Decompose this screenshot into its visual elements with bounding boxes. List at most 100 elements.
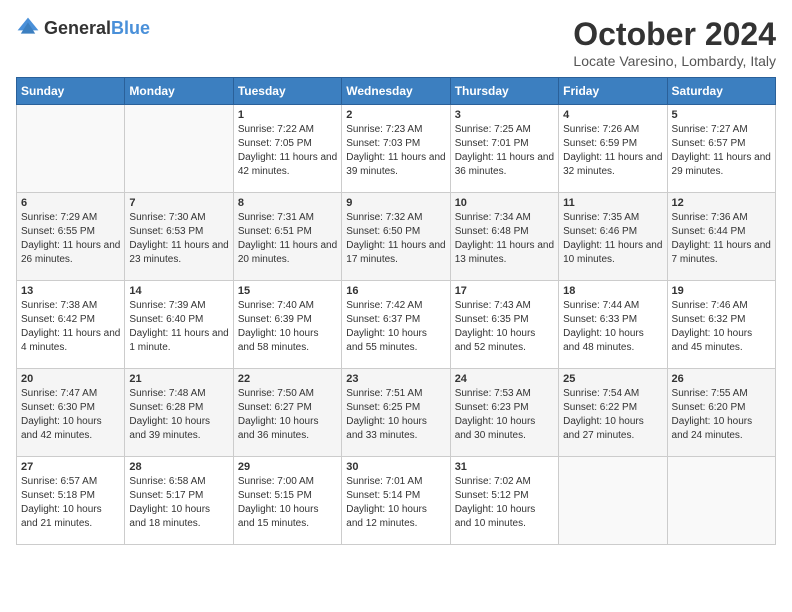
daylight-text: Daylight: 11 hours and 20 minutes. [238, 239, 337, 267]
day-number: 17 [455, 285, 554, 297]
day-info: Sunrise: 7:43 AMSunset: 6:35 PMDaylight:… [455, 299, 554, 355]
title-block: October 2024 Locate Varesino, Lombardy, … [573, 16, 776, 69]
sunrise-text: Sunrise: 6:57 AM [21, 475, 120, 489]
day-number: 1 [238, 109, 337, 121]
day-number: 5 [672, 109, 771, 121]
sunrise-text: Sunrise: 7:48 AM [129, 387, 228, 401]
day-info: Sunrise: 7:01 AMSunset: 5:14 PMDaylight:… [346, 475, 445, 531]
sunrise-text: Sunrise: 7:22 AM [238, 123, 337, 137]
sunrise-text: Sunrise: 7:26 AM [563, 123, 662, 137]
sunrise-text: Sunrise: 7:01 AM [346, 475, 445, 489]
day-info: Sunrise: 7:48 AMSunset: 6:28 PMDaylight:… [129, 387, 228, 443]
calendar-cell: 29Sunrise: 7:00 AMSunset: 5:15 PMDayligh… [233, 457, 341, 545]
calendar-week-5: 27Sunrise: 6:57 AMSunset: 5:18 PMDayligh… [17, 457, 776, 545]
day-info: Sunrise: 7:38 AMSunset: 6:42 PMDaylight:… [21, 299, 120, 355]
sunset-text: Sunset: 6:30 PM [21, 401, 120, 415]
calendar-week-4: 20 Sunrise: 7:47 AMSunset: 6:30 PM Dayligh… [17, 369, 776, 457]
daylight-text: Daylight: 11 hours and 29 minutes. [672, 151, 771, 179]
weekday-header-monday: Monday [125, 78, 233, 105]
daylight-text: Daylight: 10 hours and 10 minutes. [455, 503, 554, 531]
day-number: 20 [21, 373, 120, 385]
sunrise-text: Sunrise: 7:00 AM [238, 475, 337, 489]
day-info: Sunrise: 7:55 AMSunset: 6:20 PMDaylight:… [672, 387, 771, 443]
page-header: GeneralBlue October 2024 Locate Varesino… [16, 16, 776, 69]
sunset-text: Sunset: 6:42 PM [21, 313, 120, 327]
calendar-cell: 10Sunrise: 7:34 AMSunset: 6:48 PMDayligh… [450, 193, 558, 281]
daylight-text: Daylight: 10 hours and 30 minutes. [455, 415, 554, 443]
logo: GeneralBlue [16, 16, 150, 40]
calendar-cell: 3Sunrise: 7:25 AMSunset: 7:01 PMDaylight… [450, 105, 558, 193]
daylight-text: Daylight: 10 hours and 52 minutes. [455, 327, 554, 355]
daylight-text: Daylight: 11 hours and 4 minutes. [21, 327, 120, 355]
day-number: 30 [346, 461, 445, 473]
sunrise-text: Sunrise: 7:51 AM [346, 387, 445, 401]
day-number: 6 [21, 197, 120, 209]
calendar-cell: 4Sunrise: 7:26 AMSunset: 6:59 PMDaylight… [559, 105, 667, 193]
day-info: Sunrise: 7:46 AMSunset: 6:32 PMDaylight:… [672, 299, 771, 355]
day-number: 8 [238, 197, 337, 209]
sunset-text: Sunset: 6:46 PM [563, 225, 662, 239]
calendar-cell: 7Sunrise: 7:30 AMSunset: 6:53 PMDaylight… [125, 193, 233, 281]
sunset-text: Sunset: 6:32 PM [672, 313, 771, 327]
logo-general: General [44, 18, 111, 38]
calendar-cell: 25Sunrise: 7:54 AMSunset: 6:22 PMDayligh… [559, 369, 667, 457]
daylight-text: Daylight: 11 hours and 7 minutes. [672, 239, 771, 267]
sunset-text: Sunset: 5:17 PM [129, 489, 228, 503]
daylight-text: Daylight: 11 hours and 36 minutes. [455, 151, 554, 179]
sunrise-text: Sunrise: 7:46 AM [672, 299, 771, 313]
calendar-cell: 23Sunrise: 7:51 AMSunset: 6:25 PMDayligh… [342, 369, 450, 457]
sunset-text: Sunset: 5:18 PM [21, 489, 120, 503]
day-number: 26 [672, 373, 771, 385]
sunrise-text: Sunrise: 7:30 AM [129, 211, 228, 225]
day-info: Sunrise: 7:53 AMSunset: 6:23 PMDaylight:… [455, 387, 554, 443]
calendar-cell: 13 Sunrise: 7:38 AMSunset: 6:42 PMDayligh… [17, 281, 125, 369]
daylight-text: Daylight: 11 hours and 26 minutes. [21, 239, 120, 267]
calendar-cell: 8 Sunrise: 7:31 AMSunset: 6:51 PMDaylight… [233, 193, 341, 281]
sunset-text: Sunset: 6:20 PM [672, 401, 771, 415]
daylight-text: Daylight: 11 hours and 39 minutes. [346, 151, 445, 179]
daylight-text: Daylight: 10 hours and 15 minutes. [238, 503, 337, 531]
sunrise-text: Sunrise: 7:25 AM [455, 123, 554, 137]
daylight-text: Daylight: 10 hours and 33 minutes. [346, 415, 445, 443]
day-number: 9 [346, 197, 445, 209]
daylight-text: Daylight: 10 hours and 58 minutes. [238, 327, 337, 355]
day-number: 12 [672, 197, 771, 209]
sunset-text: Sunset: 6:50 PM [346, 225, 445, 239]
sunrise-text: Sunrise: 6:58 AM [129, 475, 228, 489]
daylight-text: Daylight: 10 hours and 39 minutes. [129, 415, 228, 443]
day-number: 13 [21, 285, 120, 297]
day-number: 31 [455, 461, 554, 473]
sunset-text: Sunset: 6:33 PM [563, 313, 662, 327]
daylight-text: Daylight: 10 hours and 55 minutes. [346, 327, 445, 355]
sunrise-text: Sunrise: 7:47 AM [21, 387, 120, 401]
sunset-text: Sunset: 5:15 PM [238, 489, 337, 503]
sunset-text: Sunset: 6:25 PM [346, 401, 445, 415]
calendar-cell: 24Sunrise: 7:53 AMSunset: 6:23 PMDayligh… [450, 369, 558, 457]
day-number: 4 [563, 109, 662, 121]
sunrise-text: Sunrise: 7:54 AM [563, 387, 662, 401]
day-info: Sunrise: 7:02 AMSunset: 5:12 PMDaylight:… [455, 475, 554, 531]
weekday-header-thursday: Thursday [450, 78, 558, 105]
sunset-text: Sunset: 6:40 PM [129, 313, 228, 327]
sunset-text: Sunset: 6:22 PM [563, 401, 662, 415]
sunset-text: Sunset: 5:14 PM [346, 489, 445, 503]
sunset-text: Sunset: 6:27 PM [238, 401, 337, 415]
day-number: 21 [129, 373, 228, 385]
sunset-text: Sunset: 6:23 PM [455, 401, 554, 415]
day-number: 10 [455, 197, 554, 209]
month-title: October 2024 [573, 16, 776, 53]
weekday-header-friday: Friday [559, 78, 667, 105]
sunset-text: Sunset: 6:48 PM [455, 225, 554, 239]
sunset-text: Sunset: 7:03 PM [346, 137, 445, 151]
day-info: Sunrise: 7:42 AMSunset: 6:37 PMDaylight:… [346, 299, 445, 355]
calendar-week-1: 1Sunrise: 7:22 AMSunset: 7:05 PMDaylight… [17, 105, 776, 193]
sunrise-text: Sunrise: 7:31 AM [238, 211, 337, 225]
day-info: Sunrise: 7:51 AMSunset: 6:25 PMDaylight:… [346, 387, 445, 443]
sunset-text: Sunset: 6:44 PM [672, 225, 771, 239]
day-number: 2 [346, 109, 445, 121]
daylight-text: Daylight: 10 hours and 45 minutes. [672, 327, 771, 355]
day-number: 22 [238, 373, 337, 385]
weekday-header-sunday: Sunday [17, 78, 125, 105]
day-info: Sunrise: 7:31 AMSunset: 6:51 PMDaylight:… [238, 211, 337, 267]
sunset-text: Sunset: 6:35 PM [455, 313, 554, 327]
